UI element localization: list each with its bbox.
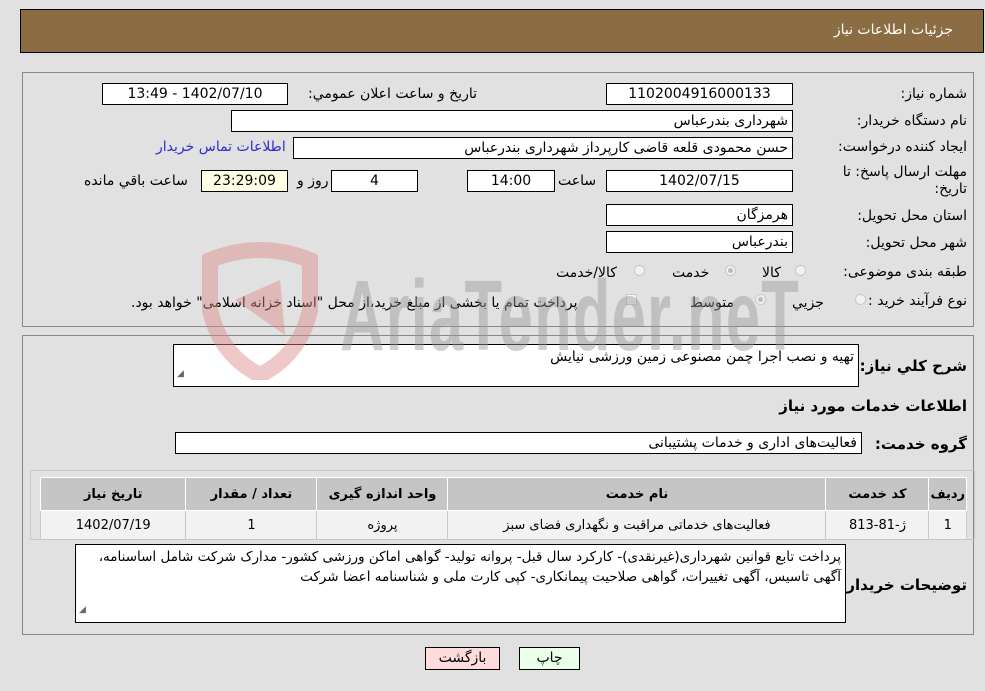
page-header: جزئیات اطلاعات نیاز — [20, 9, 984, 53]
creator-field: حسن محمودی قلعه قاضی کارپرداز شهرداری بن… — [293, 137, 793, 159]
announce-field: 1402/07/10 - 13:49 — [102, 83, 288, 105]
table-header-row: ردیف کد خدمت نام خدمت واحد اندازه گیری ت… — [39, 477, 967, 511]
back-button[interactable]: بازگشت — [425, 647, 500, 670]
buyer-notes-textarea[interactable]: پرداخت تابع قوانین شهرداری(غیرنقدی)- کار… — [75, 544, 846, 623]
print-button[interactable]: چاپ — [519, 647, 580, 670]
province-field: هرمزگان — [606, 204, 793, 226]
col-quantity: تعداد / مقدار — [185, 477, 318, 511]
col-need-date: تاریخ نیاز — [39, 477, 187, 511]
category-radio-goods[interactable] — [795, 265, 806, 276]
cell-service-name: فعالیت‌های خدماتی مراقبت و نگهداری فضای … — [447, 510, 827, 540]
category-option-goods-service: کالا/خدمت — [556, 265, 617, 281]
deadline-date-field: 1402/07/15 — [606, 170, 793, 192]
cell-service-code: ژ-81-813 — [825, 510, 930, 540]
remaining-time-label: ساعت باقي مانده — [84, 173, 188, 189]
service-group-field: فعالیت‌های اداری و خدمات پشتیبانی — [175, 432, 862, 454]
category-label: طبقه بندی موضوعی: — [843, 264, 967, 280]
description-text: تهیه و نصب اجرا چمن مصنوعی زمین ورزشی نی… — [550, 349, 854, 365]
buyer-org-field: شهرداری بندرعباس — [231, 110, 793, 132]
creator-label: ایجاد کننده درخواست: — [838, 139, 967, 155]
need-number-label: شماره نیاز: — [900, 86, 968, 102]
deadline-time-label: ساعت — [558, 173, 597, 189]
category-radio-goods-service[interactable] — [634, 265, 645, 276]
treasury-note: پرداخت تمام یا بخشی از مبلغ خرید،از محل … — [131, 295, 578, 311]
announce-label: تاریخ و ساعت اعلان عمومي: — [308, 86, 477, 102]
process-option-minor: جزيي — [792, 295, 824, 311]
resize-grip-icon[interactable]: ◢ — [79, 600, 86, 620]
col-service-name: نام خدمت — [447, 477, 827, 511]
deadline-time-field: 14:00 — [467, 170, 555, 192]
col-service-code: کد خدمت — [825, 477, 930, 511]
page-title: جزئیات اطلاعات نیاز — [833, 22, 953, 38]
city-field: بندرعباس — [606, 231, 793, 253]
resize-grip-icon[interactable]: ◢ — [177, 364, 184, 384]
cell-unit: پروژه — [316, 510, 449, 540]
col-row-number: ردیف — [928, 477, 967, 511]
col-unit: واحد اندازه گیری — [316, 477, 449, 511]
need-number-field: 1102004916000133 — [606, 83, 793, 105]
process-radio-minor[interactable] — [855, 294, 866, 305]
buyer-notes-text: پرداخت تابع قوانین شهرداری(غیرنقدی)- کار… — [98, 549, 841, 585]
days-field: 4 — [331, 170, 418, 192]
buyer-notes-label: توضیحات خریدار: — [840, 576, 967, 594]
buyer-org-label: نام دستگاه خريدار: — [856, 113, 967, 129]
services-section-title: اطلاعات خدمات مورد نیاز — [779, 397, 967, 415]
description-textarea[interactable]: تهیه و نصب اجرا چمن مصنوعی زمین ورزشی نی… — [173, 344, 859, 387]
category-option-goods: کالا — [762, 265, 781, 281]
services-table: ردیف کد خدمت نام خدمت واحد اندازه گیری ت… — [39, 477, 967, 540]
cell-need-date: 1402/07/19 — [39, 510, 187, 540]
category-radio-service[interactable] — [725, 265, 736, 276]
process-option-medium: متوسط — [690, 295, 734, 311]
deadline-label: مهلت ارسال پاسخ: تا تاریخ: — [842, 164, 967, 197]
process-radio-medium[interactable] — [755, 294, 766, 305]
table-row: 1 ژ-81-813 فعالیت‌های خدماتی مراقبت و نگ… — [39, 510, 967, 540]
cell-row-number: 1 — [928, 510, 967, 540]
service-group-label: گروه خدمت: — [874, 435, 967, 453]
remaining-time-field: 23:29:09 — [201, 170, 288, 192]
cell-quantity: 1 — [185, 510, 318, 540]
buyer-contact-link[interactable]: اطلاعات تماس خریدار — [156, 139, 286, 155]
category-option-service: خدمت — [672, 265, 710, 281]
city-label: شهر محل تحویل: — [865, 235, 967, 251]
province-label: استان محل تحویل: — [857, 208, 967, 224]
treasury-checkbox[interactable] — [626, 294, 637, 305]
description-label: شرح کلي نیاز: — [859, 357, 967, 375]
process-label: نوع فرآیند خرید : — [868, 293, 967, 309]
days-label: روز و — [297, 173, 329, 189]
